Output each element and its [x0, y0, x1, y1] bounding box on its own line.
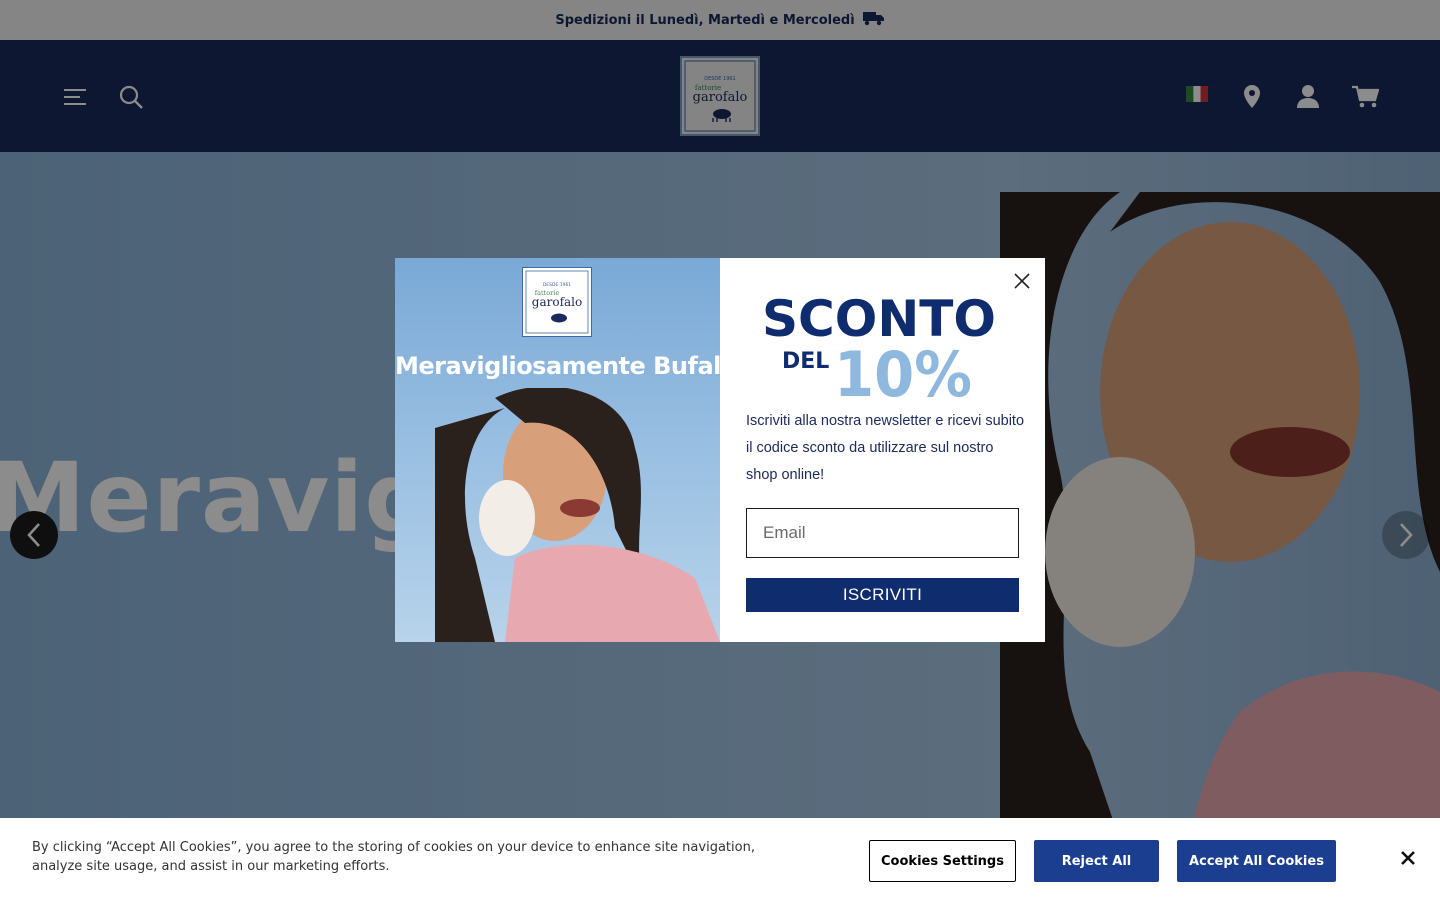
headline-percent: 10%: [834, 338, 972, 402]
modal-image: DESDE 1961 fattorie garofalo Meraviglios…: [395, 258, 720, 642]
modal-logo: DESDE 1961 fattorie garofalo: [522, 267, 592, 337]
cookie-close-icon[interactable]: [1398, 848, 1418, 868]
modal-logo-top-text: DESDE 1961: [543, 282, 571, 288]
modal-close-icon[interactable]: [1011, 270, 1033, 292]
discount-headline: SCONTO DEL 10%: [762, 290, 996, 402]
modal-description: Iscriviti alla nostra newsletter e ricev…: [746, 413, 1025, 483]
cookie-banner: By clicking “Accept All Cookies”, you ag…: [0, 818, 1440, 900]
modal-content: SCONTO DEL 10% Iscriviti alla nostra new…: [720, 258, 1045, 642]
accept-all-cookies-button[interactable]: Accept All Cookies: [1177, 840, 1336, 882]
email-input[interactable]: [746, 508, 1019, 558]
cookies-settings-button[interactable]: Cookies Settings: [869, 840, 1016, 882]
cookie-text: By clicking “Accept All Cookies”, you ag…: [32, 840, 755, 874]
modal-image-title: Meravigliosamente Bufala: [395, 352, 720, 380]
newsletter-modal: DESDE 1961 fattorie garofalo Meraviglios…: [395, 258, 1045, 642]
reject-all-button[interactable]: Reject All: [1034, 840, 1159, 882]
modal-logo-main-text: garofalo: [532, 295, 582, 309]
headline-del: DEL: [782, 349, 829, 374]
modal-woman-image: [435, 388, 720, 642]
subscribe-button[interactable]: ISCRIVITI: [746, 578, 1019, 612]
